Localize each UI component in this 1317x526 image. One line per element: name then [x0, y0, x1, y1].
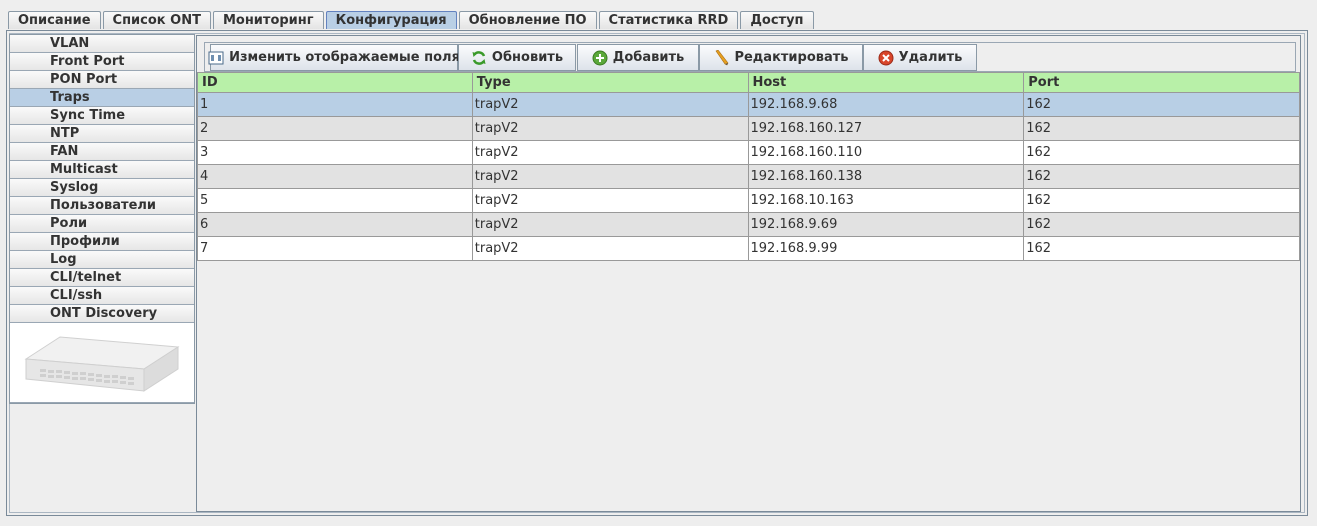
- cell-host: 192.168.160.110: [749, 141, 1025, 164]
- table-row[interactable]: 4 trapV2 192.168.160.138 162: [197, 165, 1300, 189]
- table-row[interactable]: 7 trapV2 192.168.9.99 162: [197, 237, 1300, 261]
- delete-button[interactable]: Удалить: [863, 44, 977, 71]
- sidebar-item-cli-telnet[interactable]: CLI/telnet: [10, 269, 194, 287]
- edit-button[interactable]: Редактировать: [699, 44, 863, 71]
- sidebar-item-users[interactable]: Пользователи: [10, 197, 194, 215]
- top-tab-bar: Описание Список ONT Мониторинг Конфигура…: [8, 11, 816, 30]
- sidebar-item-front-port[interactable]: Front Port: [10, 53, 194, 71]
- tab-configuration[interactable]: Конфигурация: [325, 11, 457, 29]
- cell-type: trapV2: [473, 165, 749, 188]
- add-label: Добавить: [612, 50, 685, 65]
- cell-host: 192.168.9.69: [749, 213, 1025, 236]
- cell-id: 1: [197, 93, 473, 116]
- tab-access[interactable]: Доступ: [740, 11, 814, 29]
- add-icon: [592, 50, 608, 65]
- refresh-label: Обновить: [491, 50, 564, 65]
- sidebar-item-syslog[interactable]: Syslog: [10, 179, 194, 197]
- cell-type: trapV2: [473, 213, 749, 236]
- cell-id: 2: [197, 117, 473, 140]
- device-image-area: [10, 323, 194, 403]
- delete-icon: [878, 50, 894, 65]
- table-row[interactable]: 3 trapV2 192.168.160.110 162: [197, 141, 1300, 165]
- cell-port: 162: [1024, 213, 1300, 236]
- table-row[interactable]: 1 trapV2 192.168.9.68 162: [197, 93, 1300, 117]
- sidebar-item-profiles[interactable]: Профили: [10, 233, 194, 251]
- cell-type: trapV2: [473, 141, 749, 164]
- cell-host: 192.168.9.99: [749, 237, 1025, 260]
- cell-host: 192.168.160.138: [749, 165, 1025, 188]
- cell-id: 6: [197, 213, 473, 236]
- sidebar-item-pon-port[interactable]: PON Port: [10, 71, 194, 89]
- sidebar-item-sync-time[interactable]: Sync Time: [10, 107, 194, 125]
- cell-port: 162: [1024, 141, 1300, 164]
- refresh-icon: [472, 50, 486, 65]
- delete-label: Удалить: [898, 50, 963, 65]
- cell-port: 162: [1024, 117, 1300, 140]
- sidebar-item-roles[interactable]: Роли: [10, 215, 194, 233]
- traps-panel: Изменить отображаемые поля Обновить Доба…: [196, 35, 1301, 512]
- traps-toolbar: Изменить отображаемые поля Обновить Доба…: [204, 42, 1296, 72]
- table-row[interactable]: 5 trapV2 192.168.10.163 162: [197, 189, 1300, 213]
- sidebar-item-fan[interactable]: FAN: [10, 143, 194, 161]
- change-fields-button[interactable]: Изменить отображаемые поля: [208, 44, 460, 71]
- cell-host: 192.168.9.68: [749, 93, 1025, 116]
- tab-rrd-statistics[interactable]: Статистика RRD: [598, 11, 739, 29]
- cell-type: trapV2: [473, 117, 749, 140]
- cell-id: 3: [197, 141, 473, 164]
- column-header-type[interactable]: Type: [473, 73, 749, 92]
- column-header-host[interactable]: Host: [749, 73, 1025, 92]
- cell-type: trapV2: [473, 237, 749, 260]
- tab-ont-list[interactable]: Список ONT: [102, 11, 211, 29]
- columns-icon: [208, 51, 224, 64]
- change-fields-label: Изменить отображаемые поля: [229, 50, 460, 65]
- pencil-icon: [716, 49, 729, 65]
- table-row[interactable]: 2 trapV2 192.168.160.127 162: [197, 117, 1300, 141]
- refresh-button[interactable]: Обновить: [458, 44, 576, 71]
- cell-id: 4: [197, 165, 473, 188]
- edit-label: Редактировать: [734, 50, 849, 65]
- cell-id: 5: [197, 189, 473, 212]
- traps-table: ID Type Host Port 1 trapV2 192.168.9.68 …: [197, 72, 1300, 261]
- tab-monitoring[interactable]: Мониторинг: [212, 11, 324, 29]
- column-header-id[interactable]: ID: [197, 73, 473, 92]
- cell-port: 162: [1024, 189, 1300, 212]
- cell-id: 7: [197, 237, 473, 260]
- tab-firmware-update[interactable]: Обновление ПО: [458, 11, 597, 29]
- sidebar-item-ont-discovery[interactable]: ONT Discovery: [10, 305, 194, 323]
- cell-port: 162: [1024, 93, 1300, 116]
- sidebar-item-traps[interactable]: Traps: [10, 89, 194, 107]
- config-sidebar: VLAN Front Port PON Port Traps Sync Time…: [9, 34, 195, 404]
- olt-device-image: [24, 336, 180, 392]
- cell-port: 162: [1024, 165, 1300, 188]
- cell-type: trapV2: [473, 189, 749, 212]
- sidebar-item-log[interactable]: Log: [10, 251, 194, 269]
- sidebar-item-ntp[interactable]: NTP: [10, 125, 194, 143]
- sidebar-item-vlan[interactable]: VLAN: [10, 35, 194, 53]
- cell-type: trapV2: [473, 93, 749, 116]
- table-row[interactable]: 6 trapV2 192.168.9.69 162: [197, 213, 1300, 237]
- cell-host: 192.168.10.163: [749, 189, 1025, 212]
- sidebar-item-multicast[interactable]: Multicast: [10, 161, 194, 179]
- cell-port: 162: [1024, 237, 1300, 260]
- table-header: ID Type Host Port: [197, 72, 1300, 93]
- add-button[interactable]: Добавить: [577, 44, 699, 71]
- sidebar-item-cli-ssh[interactable]: CLI/ssh: [10, 287, 194, 305]
- tab-description[interactable]: Описание: [8, 11, 101, 29]
- column-header-port[interactable]: Port: [1024, 73, 1300, 92]
- cell-host: 192.168.160.127: [749, 117, 1025, 140]
